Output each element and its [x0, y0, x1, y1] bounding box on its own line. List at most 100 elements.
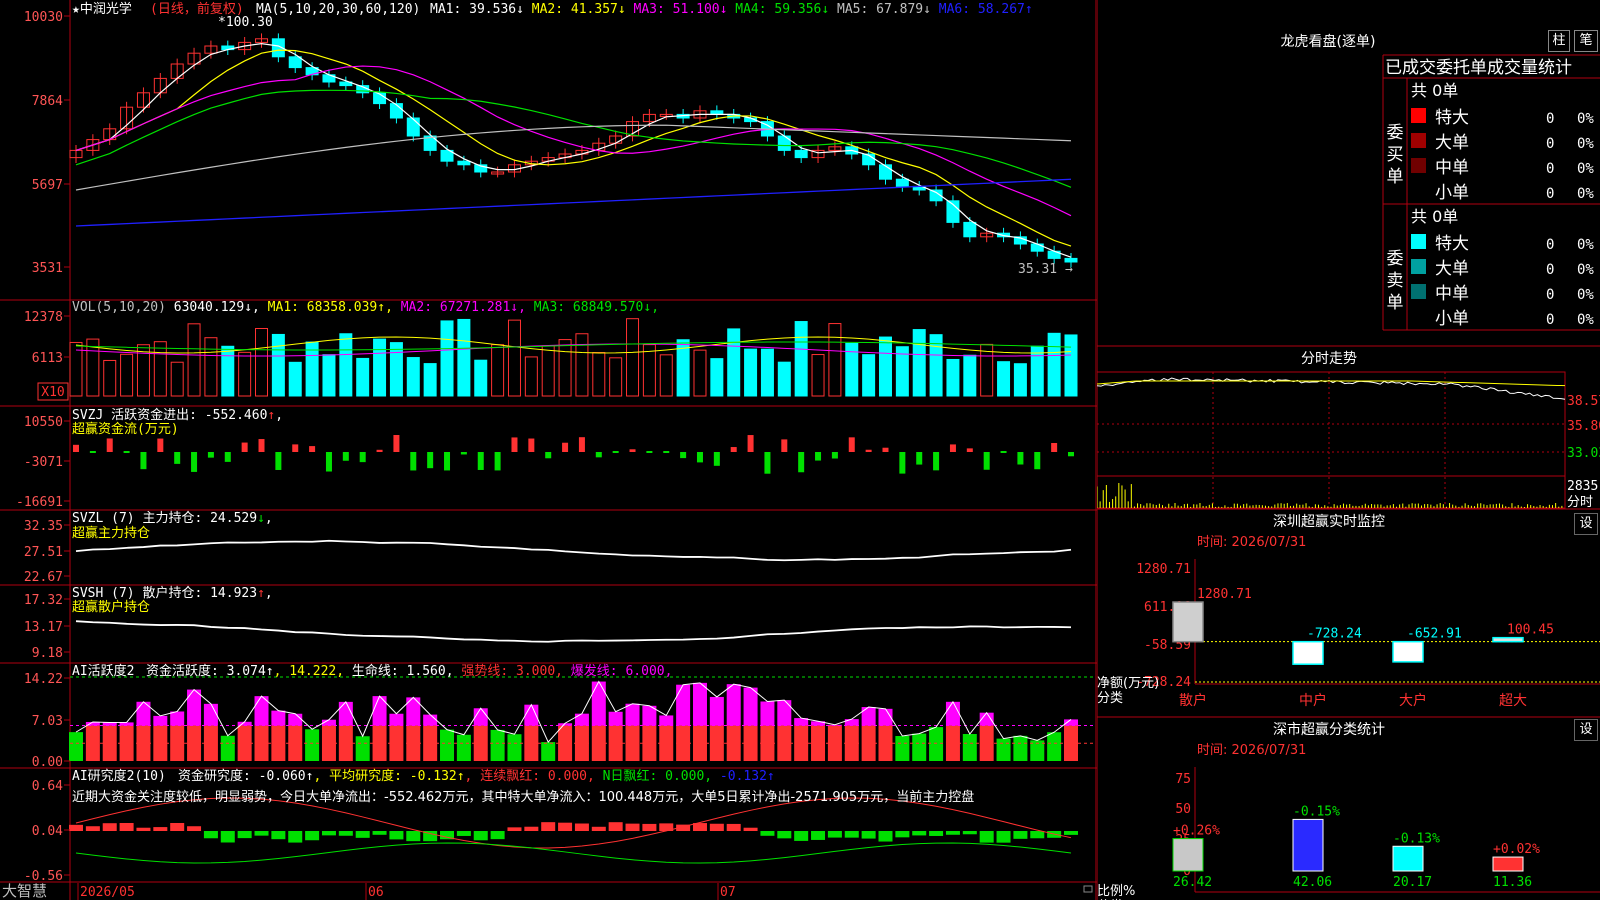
sz-class-y-tick: 50 — [1175, 802, 1191, 817]
lhb-sell-row-pct: 0% — [1577, 237, 1594, 253]
ma5-line — [75, 124, 1072, 191]
svzj-bar — [1068, 452, 1074, 457]
lhb-sell-row-name: 大单 — [1435, 259, 1469, 279]
sz-monitor-xlabel: 分类 — [1097, 691, 1123, 706]
lhb-buy-row-count: 0 — [1546, 136, 1554, 152]
volume-bar — [811, 354, 825, 397]
candle-body — [794, 149, 808, 159]
main-y-tick: 3531 — [32, 261, 63, 276]
volume-bar — [558, 339, 572, 397]
volume-bar — [406, 357, 420, 397]
volume-bar — [862, 354, 876, 397]
svzj-bar — [376, 449, 383, 452]
research-bar — [305, 831, 320, 841]
ai-bar-top — [1064, 719, 1078, 726]
volume-bar — [828, 323, 842, 397]
intraday-y-tick: 35.80 — [1567, 419, 1600, 434]
svzj-bar — [123, 451, 130, 453]
legend-part: MA2: 41.357↓ — [532, 2, 634, 17]
research-bar — [355, 831, 370, 838]
research-bar — [406, 831, 421, 842]
lhb-sell-row-name: 小单 — [1435, 309, 1469, 329]
stock-chart-area[interactable]: 10030786456973531★中润光学 (日线，前复权) MA(5,10,20… — [0, 0, 1097, 900]
research-bar — [962, 831, 977, 835]
research-bar — [777, 831, 792, 839]
candle-body — [777, 135, 791, 151]
volume-bar — [221, 345, 235, 397]
research-bar — [254, 831, 269, 836]
volume-bar — [760, 348, 774, 397]
sz-monitor-category: 大户 — [1399, 692, 1427, 709]
svzj-bar — [1017, 452, 1024, 465]
research-bar — [136, 827, 151, 831]
svzj-bar — [815, 452, 822, 461]
ai-bar — [220, 735, 235, 761]
ai-bar-top — [473, 708, 488, 726]
research-bar — [507, 827, 522, 831]
volume-bar — [659, 354, 673, 397]
ai-research-comment: 近期大资金关注度较低，明显弱势，今日大单净流出：-552.462万元，其中特大单… — [72, 789, 974, 805]
brand-label: 大智慧 — [2, 882, 47, 900]
svzl-legend: SVZL (7) 主力持仓: 24.529↓, — [72, 511, 273, 526]
volume-bar — [626, 318, 640, 397]
research-bar — [827, 831, 842, 838]
svzj-bar — [89, 451, 96, 453]
volume-bar — [457, 318, 471, 397]
intraday-volume — [1097, 482, 1563, 508]
legend-part: MA6: 58.267↑ — [939, 2, 1033, 17]
ai-bar — [355, 736, 370, 761]
svzj-bar — [612, 451, 619, 453]
svzl-y-tick: 27.51 — [24, 545, 63, 560]
research-bar — [102, 823, 117, 831]
sz-class-bar — [1292, 818, 1324, 872]
legend-part: ↑ — [267, 408, 275, 423]
research-line-green — [75, 842, 1072, 864]
sz-class-settings-button[interactable]: 设 — [1574, 719, 1598, 741]
svzj-bar — [916, 452, 923, 465]
svzj-bar — [747, 435, 754, 452]
sz-monitor-settings-button[interactable]: 设 — [1574, 513, 1598, 535]
svzj-bar — [1051, 442, 1058, 452]
legend-part: MA5: 67.879↓ — [837, 2, 939, 17]
ai-active-y-tick: 0.00 — [32, 755, 63, 770]
svzj-bar — [781, 439, 788, 452]
legend-part: ↓ — [257, 511, 265, 526]
ai-bar-top — [760, 701, 775, 726]
ai-active-legend: 资金活跃度: 3.074↑, 14.222, 生命线: 1.560, 强势线: … — [146, 663, 672, 679]
research-bar — [692, 823, 707, 831]
sz-class-time: 时间: 2026/07/31 — [1197, 743, 1306, 758]
svzj-bar — [258, 439, 265, 452]
volume-bar — [187, 323, 201, 397]
svzj-bar — [325, 452, 332, 472]
lock-icon — [1083, 885, 1093, 893]
sz-class-value-label: 11.36 — [1493, 875, 1532, 890]
svzj-bar — [966, 448, 973, 452]
research-bar — [811, 831, 826, 840]
lhb-sell-side-label: 单 — [1387, 293, 1404, 313]
volume-bar — [946, 358, 960, 397]
research-bar — [187, 826, 202, 831]
ai-bar — [69, 732, 83, 761]
svzj-bar — [646, 451, 653, 453]
legend-part: -552.460 — [205, 408, 268, 423]
sz-monitor-bar — [1172, 601, 1204, 643]
lhb-buy-row-count: 0 — [1546, 161, 1554, 177]
sz-monitor-ylabel: 净额(万元) — [1097, 676, 1159, 691]
candles[interactable] — [69, 33, 1078, 268]
sz-class-change-label: +0.26% — [1173, 824, 1220, 839]
svsh-subtitle: 超赢散户持仓 — [72, 599, 150, 615]
bar-view-tab[interactable]: 柱 — [1548, 30, 1570, 52]
ai-bar — [1047, 732, 1062, 761]
ai-research-y-tick: 0.64 — [32, 779, 63, 794]
svsh-y-tick: 9.18 — [32, 646, 63, 661]
tick-view-tab[interactable]: 笔 — [1574, 30, 1598, 52]
lhb-header: 已成交委托单成交量统计 — [1385, 58, 1572, 78]
svzj-bar — [241, 442, 248, 452]
research-bar — [473, 831, 488, 841]
legend-part: 生命线: 1.560, — [344, 663, 453, 679]
volume-bar — [356, 357, 370, 397]
legend-part: 爆发线: 6.000, — [563, 663, 672, 679]
legend-part: -0.132↑ — [712, 769, 775, 784]
ai-bar-top — [574, 713, 589, 726]
volume-bar — [541, 345, 555, 397]
